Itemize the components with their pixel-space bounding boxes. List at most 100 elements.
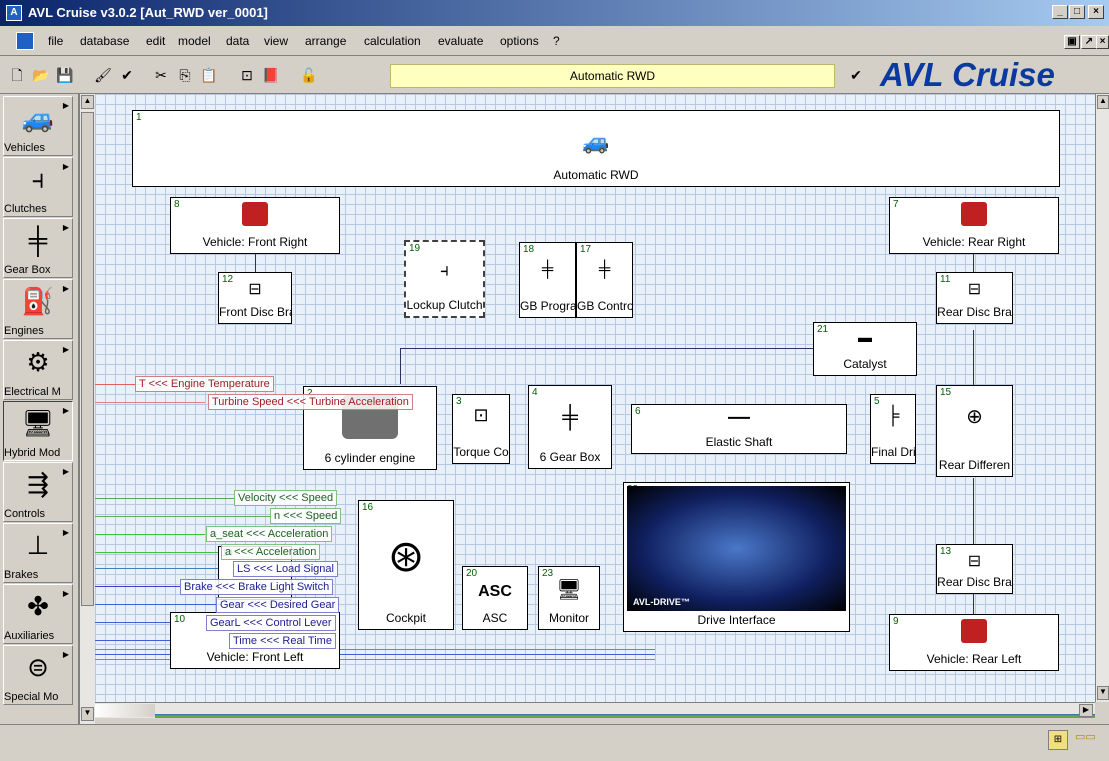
component-vehicle-rear-left[interactable]: 9 Vehicle: Rear Left [889,614,1059,671]
signal-brake-light[interactable]: Brake <<< Brake Light Switch [180,579,334,595]
palette-engines[interactable]: ⛽ ▶ Engines [3,279,73,339]
component-rear-disc-brake-top[interactable]: 11 ⊟ Rear Disc Bra [936,272,1013,324]
brush-icon[interactable]: 🖌 [92,65,114,85]
component-elastic-shaft[interactable]: 6 ━━━ Elastic Shaft [631,404,847,454]
palette-special[interactable]: ⊜ ▶ Special Mo [3,645,73,705]
scroll-thumb[interactable] [95,704,155,717]
scroll-down-icon[interactable]: ▼ [1097,686,1109,700]
project-name-field[interactable]: Automatic RWD [390,64,835,88]
menu-view[interactable]: view [264,34,288,48]
component-cockpit[interactable]: 16 ⊛ Cockpit [358,500,454,630]
app-icon: A [6,5,22,21]
component-lockup-clutch[interactable]: 19 ⫞ Lockup Clutch [404,240,485,318]
spellcheck-icon[interactable]: ✔ [116,65,138,85]
signal-load-signal[interactable]: LS <<< Load Signal [233,561,338,577]
palette-hybrid[interactable]: 🖥 ▶ Hybrid Mod [3,401,73,461]
component-gear-box[interactable]: 4 ╪ 6 Gear Box [528,385,612,469]
signal-turbine-speed[interactable]: Turbine Speed <<< Turbine Acceleration [208,394,413,410]
component-vehicle-front-right[interactable]: 8 Vehicle: Front Right [170,197,340,254]
component-front-disc-brake[interactable]: 12 ⊟ Front Disc Bra [218,272,292,324]
special-module-icon: ⊜ [27,652,49,682]
palette-clutches[interactable]: ⫞ ▶ Clutches [3,157,73,217]
copy-icon[interactable]: ⎘ [174,65,196,85]
signal-a-acceleration[interactable]: a <<< Acceleration [221,544,321,560]
component-rear-differential[interactable]: 15 ⊕ Rear Differen [936,385,1013,477]
palette-brakes[interactable]: ⊥ ▶ Brakes [3,523,73,583]
palette-controls[interactable]: ⇶ ▶ Controls [3,462,73,522]
grid-icon[interactable]: ⊞ [1048,730,1068,750]
paste-icon[interactable]: 📋 [198,65,220,85]
menu-arrange[interactable]: arrange [305,34,346,48]
menu-edit[interactable]: edit [146,34,165,48]
canvas-horizontal-scrollbar[interactable]: ▶ [95,702,1095,718]
wheel-icon [961,202,987,226]
signal-n-speed[interactable]: n <<< Speed [270,508,342,524]
clutch-icon: ⫞ [440,260,449,280]
signal-desired-gear[interactable]: Gear <<< Desired Gear [216,597,340,613]
minimize-button[interactable]: _ [1052,5,1068,19]
scroll-thumb[interactable] [81,112,94,606]
arrow-icon: ▶ [62,589,69,598]
component-palette: 🚙 ▶ Vehicles ⫞ ▶ Clutches ╪ ▶ Gear Box ⛽ ▶ Engin… [0,94,79,724]
menu-help[interactable]: ? [553,34,560,48]
wire [400,348,815,349]
component-gb-control[interactable]: 17 ╪ GB Contro [576,242,633,318]
component-rear-disc-brake-bottom[interactable]: 13 ⊟ Rear Disc Bra [936,544,1013,594]
palette-scrollbar[interactable]: ▲ ▼ [79,94,95,724]
menu-file[interactable]: file [48,34,63,48]
arrow-icon: ▶ [62,345,69,354]
signal-bus [155,714,1095,718]
component-vehicle-rear-right[interactable]: 7 Vehicle: Rear Right [889,197,1059,254]
component-drive-interface[interactable]: 22 AVL-DRIVE™ Drive Interface [623,482,850,632]
palette-auxiliaries[interactable]: ✤ ▶ Auxiliaries [3,584,73,644]
fit-view-icon[interactable]: ⊡ [236,65,258,85]
shaft-icon: ━━━ [728,411,750,425]
menu-evaluate[interactable]: evaluate [438,34,483,48]
menu-model[interactable]: model [178,34,211,48]
scroll-down-icon[interactable]: ▼ [81,707,94,721]
scroll-right-icon[interactable]: ▶ [1079,704,1093,717]
component-asc[interactable]: 20 ASC ASC [462,566,528,630]
component-torque-converter[interactable]: 3 ⊡ Torque Co [452,394,510,464]
signal-a-seat[interactable]: a_seat <<< Acceleration [206,526,333,542]
cut-icon[interactable]: ✂ [150,65,172,85]
scroll-up-icon[interactable]: ▲ [81,95,94,109]
component-monitor[interactable]: 23 🖥 Monitor [538,566,600,630]
signal-velocity[interactable]: Velocity <<< Speed [234,490,338,506]
resize-child-button[interactable]: ↗ [1081,35,1097,49]
component-automatic-rwd[interactable]: 1 🚙 Automatic RWD [132,110,1060,187]
maximize-button[interactable]: □ [1069,5,1085,19]
palette-vehicles[interactable]: 🚙 ▶ Vehicles [3,96,73,156]
new-file-icon[interactable]: 🗋 [6,65,28,85]
signal-line [95,498,235,499]
menu-calculation[interactable]: calculation [364,34,421,48]
component-final-drive[interactable]: 5 ╞ Final Driv [870,394,916,464]
open-folder-icon[interactable]: 📂 [30,65,52,85]
palette-gearbox[interactable]: ╪ ▶ Gear Box [3,218,73,278]
menu-data[interactable]: data [226,34,249,48]
palette-electrical[interactable]: ⚙ ▶ Electrical M [3,340,73,400]
signal-engine-temperature[interactable]: T <<< Engine Temperature [135,376,274,392]
menu-database[interactable]: database [80,34,129,48]
unlock-icon[interactable]: 🔓 [298,65,320,85]
signal-line [95,402,205,403]
close-button[interactable]: × [1088,5,1104,19]
book-icon[interactable]: 📕 [260,65,282,85]
signal-control-lever[interactable]: GearL <<< Control Lever [206,615,336,631]
restore-child-button[interactable]: ▣ [1064,35,1080,49]
paint-check-icon[interactable]: ✔ [845,65,867,85]
arrow-icon: ▶ [62,406,69,415]
component-catalyst[interactable]: 21 ▬ Catalyst [813,322,917,376]
model-canvas[interactable]: 1 🚙 Automatic RWD 8 Vehicle: Front Right… [95,94,1095,702]
arrow-icon: ▶ [62,101,69,110]
menu-options[interactable]: options [500,34,539,48]
save-icon[interactable]: 💾 [54,65,76,85]
signal-real-time[interactable]: Time <<< Real Time [229,633,336,649]
close-child-button[interactable]: × [1096,35,1109,49]
connect-icon[interactable]: ▭▭ [1075,730,1105,750]
component-gb-program[interactable]: 18 ╪ GB Progra [519,242,576,318]
title-bar[interactable]: A AVL Cruise v3.0.2 [Aut_RWD ver_0001] _… [0,0,1109,26]
doc-icon[interactable] [16,32,34,50]
canvas-vertical-scrollbar[interactable]: ▲ ▼ [1095,94,1109,702]
scroll-up-icon[interactable]: ▲ [1097,95,1109,109]
